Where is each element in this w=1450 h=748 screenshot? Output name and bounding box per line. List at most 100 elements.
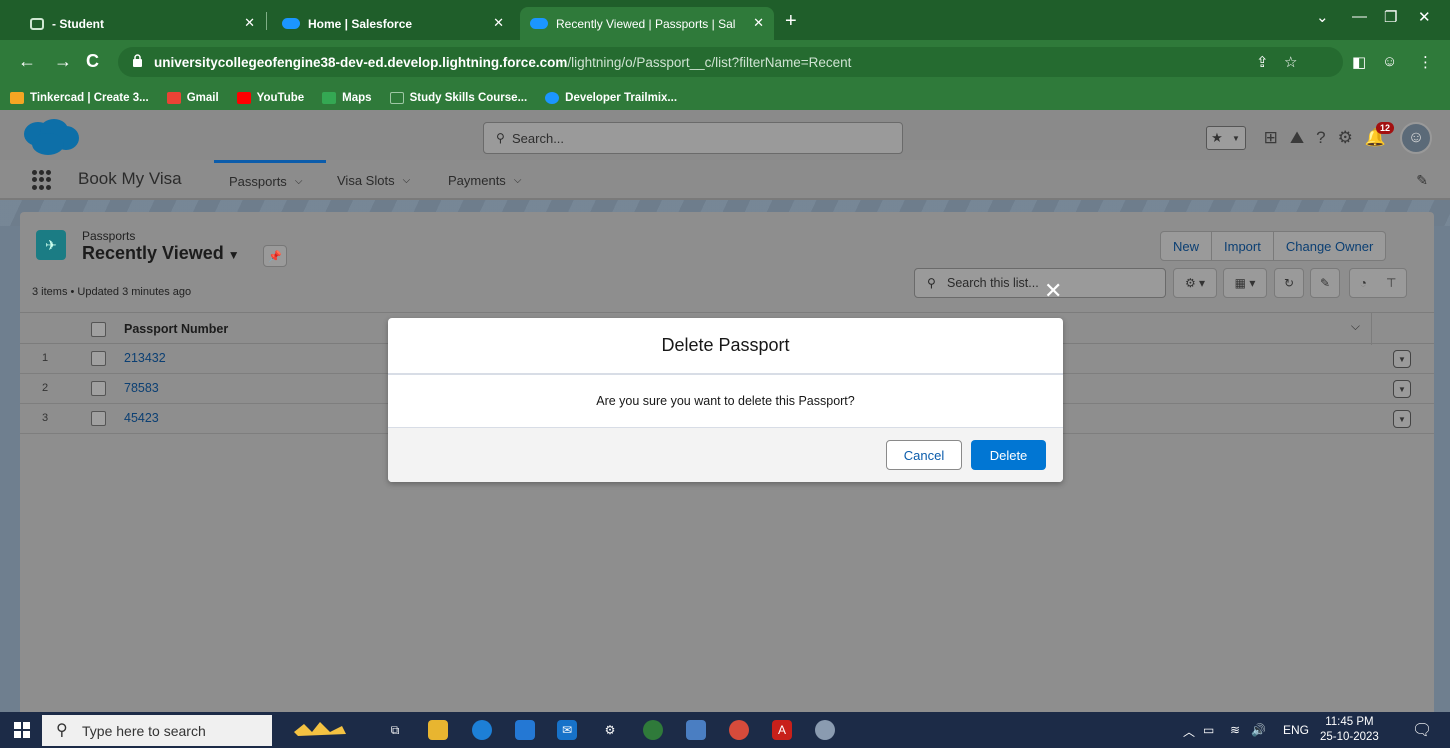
list-view-selector[interactable]: Recently Viewed ▼ bbox=[82, 243, 240, 264]
taskbar-search-input[interactable]: ⚲ Type here to search bbox=[42, 715, 272, 746]
volume-icon[interactable]: 🔊 bbox=[1251, 723, 1266, 737]
passport-number-link[interactable]: 78583 bbox=[124, 381, 159, 395]
notification-center-icon[interactable]: 🗨 bbox=[1412, 720, 1432, 740]
settings-gear-icon[interactable]: ⚙ bbox=[600, 720, 620, 740]
setup-gear-icon[interactable]: ⚙ bbox=[1338, 128, 1353, 148]
chart-icon[interactable]: ◔ bbox=[1360, 276, 1367, 290]
chevron-down-icon[interactable]: ⌵ bbox=[403, 175, 411, 186]
search-placeholder: Type here to search bbox=[82, 722, 206, 739]
restore-button[interactable]: ❐ bbox=[1384, 8, 1397, 26]
global-actions-icon[interactable]: ⊞ bbox=[1264, 128, 1278, 148]
mail-icon[interactable]: ✉ bbox=[557, 720, 577, 740]
edit-nav-pencil-icon[interactable]: ✎ bbox=[1416, 172, 1428, 189]
minimize-button[interactable]: — bbox=[1352, 8, 1367, 25]
tab-recently-viewed[interactable]: Recently Viewed | Passports | Sal ✕ bbox=[520, 7, 774, 40]
pin-list-view-button[interactable]: 📌 bbox=[263, 245, 287, 267]
share-icon[interactable]: ⇪ bbox=[1256, 53, 1269, 71]
chevron-down-icon: ▼ bbox=[1232, 133, 1240, 143]
close-icon[interactable]: ✕ bbox=[244, 15, 255, 31]
favorites-button[interactable]: ★ ▼ bbox=[1205, 126, 1246, 150]
list-settings-button[interactable]: ⚙ ▾ bbox=[1173, 268, 1217, 298]
change-owner-button[interactable]: Change Owner bbox=[1273, 231, 1387, 261]
salesforce-logo[interactable] bbox=[20, 118, 80, 156]
network-icon[interactable]: ▭ bbox=[1203, 723, 1214, 737]
new-tab-button[interactable]: + bbox=[785, 10, 797, 33]
url-input[interactable]: universitycollegeofengine38-dev-ed.devel… bbox=[118, 47, 1343, 77]
microsoft-store-icon[interactable] bbox=[515, 720, 535, 740]
search-icon: ⚲ bbox=[496, 131, 505, 145]
filter-icon[interactable]: ⊤ bbox=[1386, 276, 1396, 290]
import-button[interactable]: Import bbox=[1212, 231, 1274, 261]
passport-number-link[interactable]: 45423 bbox=[124, 411, 159, 425]
close-icon[interactable]: ✕ bbox=[493, 15, 504, 31]
modal-close-icon[interactable]: ✕ bbox=[1044, 280, 1062, 302]
select-all-checkbox[interactable] bbox=[91, 322, 106, 337]
global-search-input[interactable]: ⚲ Search... bbox=[483, 122, 903, 154]
edge-browser-icon[interactable] bbox=[472, 720, 492, 740]
row-checkbox[interactable] bbox=[91, 381, 106, 396]
chevron-down-icon[interactable]: ⌵ bbox=[514, 175, 522, 186]
app-launcher-icon[interactable] bbox=[32, 170, 52, 190]
language-indicator[interactable]: ENG bbox=[1283, 723, 1309, 737]
close-window-button[interactable]: ✕ bbox=[1418, 8, 1431, 26]
cancel-button[interactable]: Cancel bbox=[886, 440, 962, 470]
bookmark-developer-trailmix[interactable]: Developer Trailmix... bbox=[545, 92, 677, 104]
chevron-down-icon[interactable]: ⌵ bbox=[1351, 319, 1360, 334]
bookmark-gmail[interactable]: Gmail bbox=[166, 92, 219, 104]
passport-number-link[interactable]: 213432 bbox=[124, 351, 166, 365]
bookmark-study-skills[interactable]: Study Skills Course... bbox=[389, 92, 527, 104]
nav-tab-passports[interactable]: Passports ⌵ bbox=[214, 160, 326, 200]
delete-button[interactable]: Delete bbox=[971, 440, 1046, 470]
chevron-down-icon[interactable]: ⌵ bbox=[295, 176, 303, 187]
new-button[interactable]: New bbox=[1160, 231, 1213, 261]
refresh-button[interactable]: ↻ bbox=[1274, 268, 1304, 298]
reload-icon[interactable]: C bbox=[86, 51, 99, 72]
weather-widget-icon[interactable] bbox=[285, 720, 355, 740]
wifi-icon[interactable]: ≋ bbox=[1230, 723, 1240, 737]
nav-tab-label: Passports bbox=[229, 174, 287, 189]
tab-search-chevron-icon[interactable]: ⌄ bbox=[1316, 8, 1329, 26]
bookmark-youtube[interactable]: YouTube bbox=[236, 92, 304, 104]
row-actions-menu[interactable]: ▼ bbox=[1393, 350, 1411, 368]
nav-tab-visa-slots[interactable]: Visa Slots ⌵ bbox=[337, 160, 410, 200]
menu-kebab-icon[interactable]: ⋮ bbox=[1418, 53, 1433, 71]
search-icon: ⚲ bbox=[56, 722, 68, 739]
row-checkbox[interactable] bbox=[91, 411, 106, 426]
help-icon[interactable]: ? bbox=[1316, 128, 1325, 148]
acrobat-icon[interactable]: A bbox=[772, 720, 792, 740]
app-icon[interactable] bbox=[815, 720, 835, 740]
passport-object-icon: ✈ bbox=[36, 230, 66, 260]
row-checkbox[interactable] bbox=[91, 351, 106, 366]
tab-home-salesforce[interactable]: Home | Salesforce ✕ bbox=[272, 7, 514, 40]
list-search-input[interactable]: ⚲ Search this list... bbox=[914, 268, 1166, 298]
close-icon[interactable]: ✕ bbox=[753, 15, 764, 31]
list-actions: New Import Change Owner bbox=[1160, 231, 1387, 261]
trailhead-guide-icon[interactable]: ⛰ bbox=[1290, 128, 1304, 148]
bookmark-tinkercad[interactable]: Tinkercad | Create 3... bbox=[10, 92, 149, 104]
chrome-profile-icon[interactable] bbox=[729, 720, 749, 740]
task-view-icon[interactable]: ⧉ bbox=[385, 720, 405, 740]
tray-chevron-up-icon[interactable]: ︿ bbox=[1183, 723, 1195, 740]
bookmark-star-icon[interactable]: ☆ bbox=[1284, 53, 1297, 71]
student-tab-icon bbox=[30, 17, 44, 30]
tab-student[interactable]: - Student ✕ bbox=[20, 7, 265, 40]
row-actions-menu[interactable]: ▼ bbox=[1393, 410, 1411, 428]
forward-arrow-icon[interactable]: → bbox=[54, 51, 72, 72]
notifications-bell-icon[interactable]: 🔔 12 bbox=[1365, 122, 1394, 148]
column-header-passport-number[interactable]: Passport Number bbox=[124, 322, 228, 336]
nav-tab-payments[interactable]: Payments ⌵ bbox=[448, 160, 521, 200]
profile-icon[interactable]: ☺ bbox=[1382, 53, 1397, 70]
chrome-icon[interactable] bbox=[643, 720, 663, 740]
taskbar-clock[interactable]: 11:45 PM 25-10-2023 bbox=[1320, 715, 1379, 745]
app-icon[interactable] bbox=[686, 720, 706, 740]
modal-title: Delete Passport bbox=[661, 335, 790, 355]
sidepanel-icon[interactable]: ◧ bbox=[1352, 53, 1366, 71]
file-explorer-icon[interactable] bbox=[428, 720, 448, 740]
row-actions-menu[interactable]: ▼ bbox=[1393, 380, 1411, 398]
display-as-button[interactable]: ▦ ▾ bbox=[1223, 268, 1267, 298]
windows-start-icon[interactable] bbox=[14, 722, 30, 738]
inline-edit-button[interactable]: ✎ bbox=[1310, 268, 1340, 298]
avatar[interactable]: ☺ bbox=[1400, 122, 1432, 154]
bookmark-maps[interactable]: Maps bbox=[322, 92, 372, 104]
back-arrow-icon[interactable]: ← bbox=[18, 51, 36, 72]
